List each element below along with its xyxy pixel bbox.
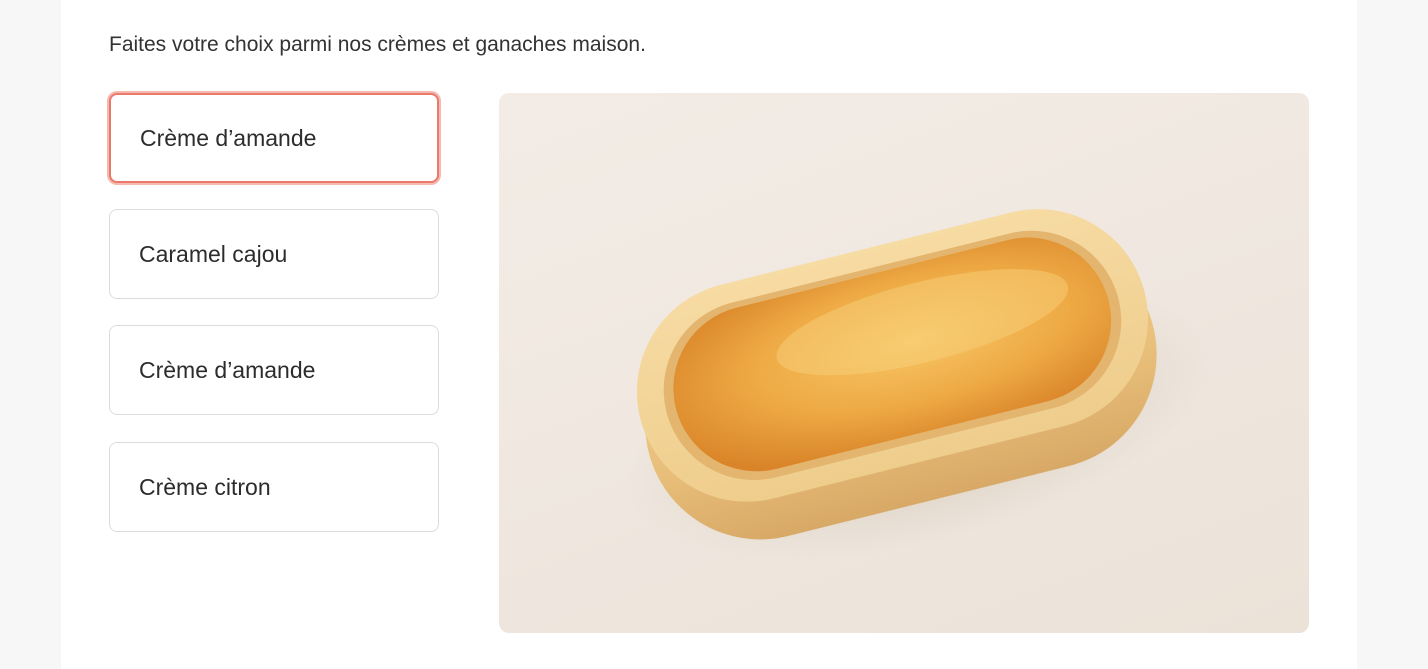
option-creme-amande-2[interactable]: Crème d’amande xyxy=(109,325,439,415)
option-label: Caramel cajou xyxy=(139,240,288,267)
tartlet-photo xyxy=(499,93,1309,633)
option-label: Crème citron xyxy=(139,473,271,500)
tartlet-image xyxy=(626,209,1212,561)
option-label: Crème d’amande xyxy=(139,356,316,383)
option-creme-citron[interactable]: Crème citron xyxy=(109,442,439,532)
intro-text: Faites votre choix parmi nos crèmes et g… xyxy=(109,33,646,56)
option-label: Crème d’amande xyxy=(140,124,317,151)
option-creme-amande-1[interactable]: Crème d’amande xyxy=(109,93,439,183)
option-caramel-cajou[interactable]: Caramel cajou xyxy=(109,209,439,299)
